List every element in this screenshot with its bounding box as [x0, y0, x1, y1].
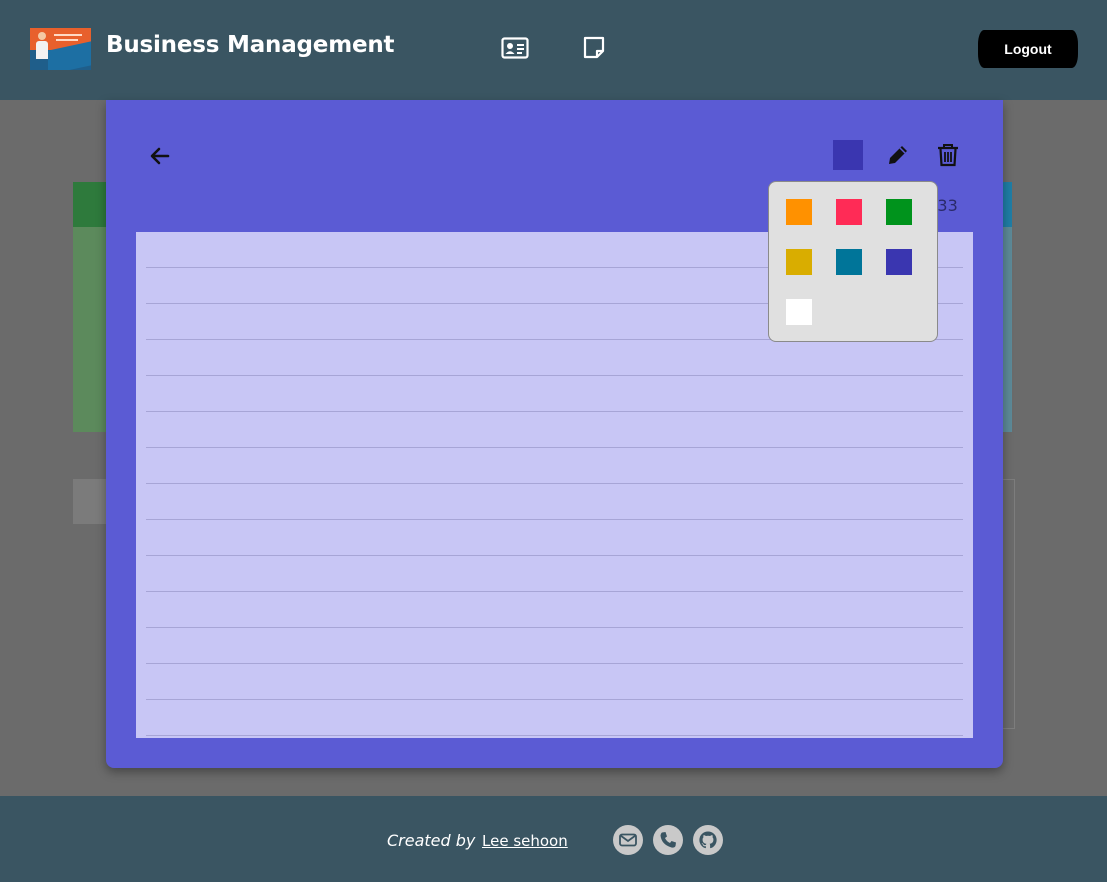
- logout-button[interactable]: Logout: [978, 30, 1078, 68]
- color-option-red[interactable]: [836, 199, 862, 225]
- trash-icon[interactable]: [935, 142, 961, 168]
- color-option-green[interactable]: [886, 199, 912, 225]
- color-picker-popup: [768, 181, 938, 342]
- current-color-swatch[interactable]: [833, 140, 863, 170]
- email-icon[interactable]: [613, 825, 643, 855]
- app-title: Business Management: [106, 32, 395, 58]
- sticky-note-icon[interactable]: [581, 36, 609, 60]
- pencil-icon[interactable]: [885, 142, 911, 168]
- color-option-white[interactable]: [786, 299, 812, 325]
- contact-card-icon[interactable]: [501, 36, 529, 60]
- phone-icon[interactable]: [653, 825, 683, 855]
- color-option-teal[interactable]: [836, 249, 862, 275]
- github-icon[interactable]: [693, 825, 723, 855]
- back-arrow-icon[interactable]: [146, 142, 174, 170]
- created-by-label: Created by: [387, 831, 476, 850]
- app-footer: Created by Lee sehoon: [0, 796, 1107, 882]
- color-option-indigo[interactable]: [886, 249, 912, 275]
- color-option-orange[interactable]: [786, 199, 812, 225]
- color-option-yellow[interactable]: [786, 249, 812, 275]
- business-card-logo: [30, 28, 91, 70]
- app-header: Business Management Logout: [0, 0, 1107, 100]
- author-link[interactable]: Lee sehoon: [482, 832, 568, 850]
